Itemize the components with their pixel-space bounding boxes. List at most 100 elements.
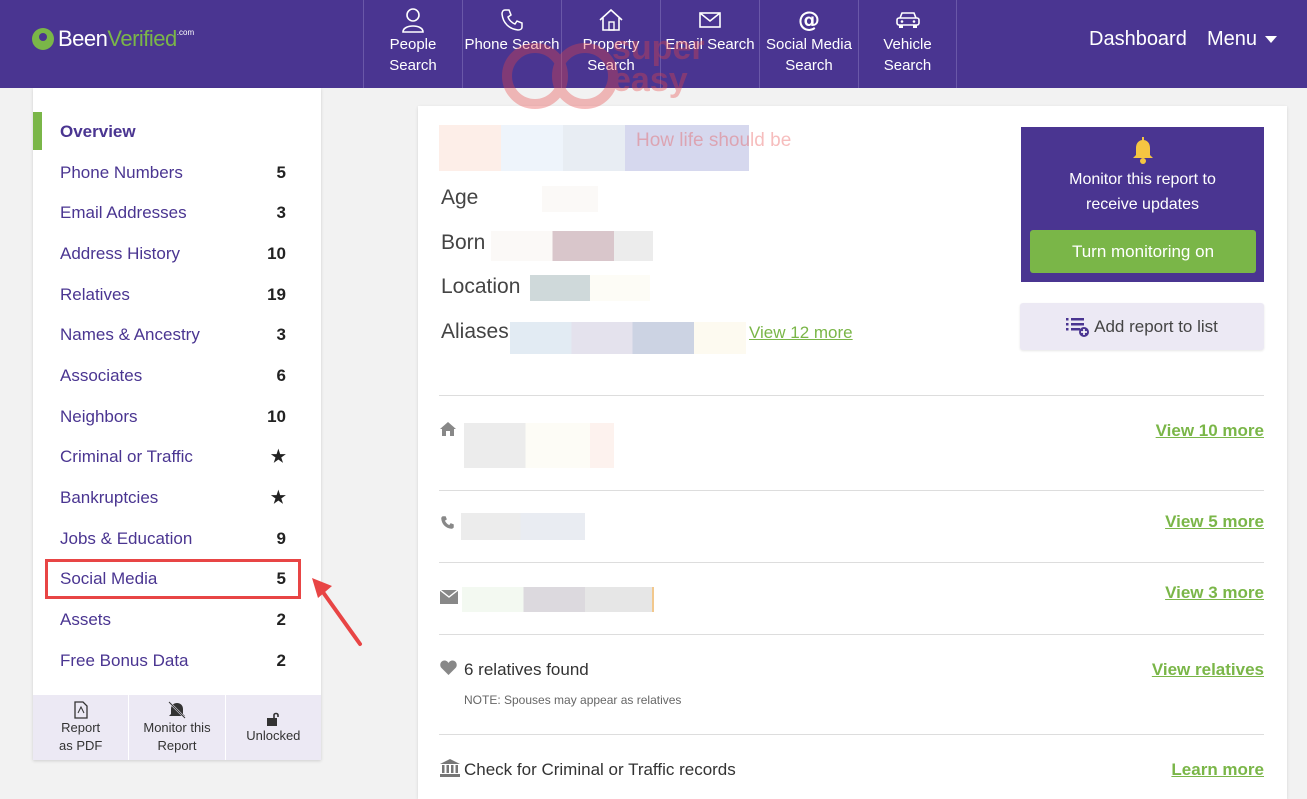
sidebar-item-count: 10	[267, 407, 286, 426]
list-add-icon	[1066, 317, 1090, 337]
add-report-to-list-button[interactable]: Add report to list	[1020, 303, 1264, 350]
envelope-icon	[698, 6, 722, 34]
tab-people-search[interactable]: People Search	[363, 0, 462, 88]
tab-vehicle-search-label: Vehicle Search	[883, 36, 932, 74]
unlocked-label: Unlocked	[246, 727, 301, 743]
sidebar-item-label: Overview	[60, 122, 136, 141]
sidebar-item-count: 6	[276, 366, 286, 385]
sidebar-item-label: Relatives	[60, 285, 130, 304]
redacted-phone	[461, 513, 585, 540]
tab-email-search[interactable]: Email Search	[660, 0, 759, 88]
divider	[439, 395, 1264, 396]
learn-more-link[interactable]: Learn more	[1171, 760, 1264, 780]
sidebar-item-jobs-education[interactable]: Jobs & Education 9	[33, 519, 321, 559]
sidebar-actions: Report as PDF Monitor this Report Unlock…	[33, 695, 321, 760]
sidebar-item-label: Free Bonus Data	[60, 651, 189, 670]
menu-dropdown[interactable]: Menu	[1207, 28, 1278, 51]
view-more-aliases-link[interactable]: View 12 more	[749, 323, 853, 343]
house-icon	[598, 6, 624, 34]
redacted-email	[462, 587, 654, 612]
report-pdf-label: Report as PDF	[58, 719, 103, 753]
sidebar-item-associates[interactable]: Associates 6	[33, 356, 321, 396]
view-more-addresses-link[interactable]: View 10 more	[1156, 421, 1264, 441]
tab-phone-search-label: Phone Search	[464, 36, 560, 53]
sidebar-item-label: Address History	[60, 244, 180, 263]
criminal-check-text: Check for Criminal or Traffic records	[464, 760, 736, 779]
sidebar-item-address-history[interactable]: Address History 10	[33, 234, 321, 274]
divider	[439, 634, 1264, 635]
logo-text-verified: Verified	[107, 26, 177, 51]
turn-monitoring-on-button[interactable]: Turn monitoring on	[1030, 230, 1256, 273]
pdf-file-icon	[74, 700, 88, 719]
report-pdf-button[interactable]: Report as PDF	[33, 695, 130, 760]
star-icon: ★	[270, 447, 286, 466]
tab-phone-search[interactable]: Phone Search	[462, 0, 561, 88]
annotation-arrow-icon	[312, 578, 362, 646]
sidebar-item-count: 19	[267, 285, 286, 304]
sidebar-item-count: 2	[276, 610, 286, 629]
age-label: Age	[441, 186, 479, 209]
sidebar-item-label: Jobs & Education	[60, 529, 193, 548]
sidebar-item-label: Associates	[60, 366, 143, 385]
bell-off-icon	[168, 700, 186, 719]
search-tabs: People Search Phone Search Property Sear…	[363, 0, 957, 88]
born-label: Born	[441, 231, 486, 254]
sidebar-item-assets[interactable]: Assets 2	[33, 600, 321, 640]
tab-vehicle-search[interactable]: Vehicle Search	[858, 0, 957, 88]
monitor-report-button[interactable]: Monitor this Report	[129, 695, 226, 760]
view-relatives-link[interactable]: View relatives	[1152, 660, 1264, 680]
bell-icon	[1021, 135, 1264, 165]
tab-people-search-label: People Search	[389, 36, 437, 74]
car-icon	[895, 6, 921, 34]
tab-social-media-search-label: Social Media Search	[766, 36, 852, 74]
sidebar-item-criminal-traffic[interactable]: Criminal or Traffic ★	[33, 437, 321, 477]
sidebar-item-count: 10	[267, 244, 286, 263]
person-icon	[401, 6, 425, 34]
divider	[439, 490, 1264, 491]
sidebar-item-label: Phone Numbers	[60, 163, 183, 182]
top-navigation-bar: BeenVerified .com People Search Phone Se…	[0, 0, 1307, 88]
tab-social-media-search[interactable]: @ Social Media Search	[759, 0, 858, 88]
unlocked-status: Unlocked	[226, 695, 321, 760]
star-icon: ★	[270, 488, 286, 507]
sidebar-item-neighbors[interactable]: Neighbors 10	[33, 397, 321, 437]
sidebar-item-count: 3	[276, 325, 286, 344]
envelope-icon	[440, 590, 458, 604]
at-icon: @	[798, 7, 820, 33]
beenverified-logo[interactable]: BeenVerified .com	[32, 26, 194, 52]
aliases-label: Aliases	[441, 320, 509, 343]
view-more-phones-link[interactable]: View 5 more	[1165, 512, 1264, 532]
tab-property-search[interactable]: Property Search	[561, 0, 660, 88]
monitor-report-label: Monitor this Report	[143, 719, 211, 753]
dashboard-link[interactable]: Dashboard	[1089, 28, 1187, 51]
divider	[439, 734, 1264, 735]
sidebar-item-phone-numbers[interactable]: Phone Numbers 5	[33, 153, 321, 193]
logo-suffix: .com	[176, 28, 195, 37]
highlight-box-social-media	[45, 559, 301, 599]
sidebar-item-label: Names & Ancestry	[60, 325, 200, 344]
menu-label: Menu	[1207, 28, 1258, 50]
phone-icon	[441, 516, 454, 529]
location-label: Location	[441, 275, 521, 298]
sidebar-item-email-addresses[interactable]: Email Addresses 3	[33, 193, 321, 233]
sidebar-item-label: Neighbors	[60, 407, 138, 426]
tab-property-search-label: Property Search	[582, 36, 640, 74]
relatives-found-text: 6 relatives found	[464, 660, 589, 679]
sidebar-item-count: 3	[276, 203, 286, 222]
sidebar-item-names-ancestry[interactable]: Names & Ancestry 3	[33, 315, 321, 355]
view-more-emails-link[interactable]: View 3 more	[1165, 583, 1264, 603]
sidebar-item-relatives[interactable]: Relatives 19	[33, 275, 321, 315]
redacted-aliases	[510, 322, 746, 354]
sidebar-item-count: 9	[276, 529, 286, 548]
home-icon	[440, 422, 456, 436]
divider	[439, 562, 1264, 563]
add-report-to-list-label: Add report to list	[1094, 316, 1218, 336]
phone-icon	[500, 6, 524, 34]
sidebar-item-overview[interactable]: Overview	[33, 112, 321, 152]
sidebar-item-bankruptcies[interactable]: Bankruptcies ★	[33, 478, 321, 518]
heart-icon	[440, 660, 457, 675]
logo-text-been: Been	[58, 26, 108, 51]
sidebar-item-label: Email Addresses	[60, 203, 187, 222]
sidebar-item-free-bonus-data[interactable]: Free Bonus Data 2	[33, 641, 321, 681]
report-overview-card: Age Born Location Aliases View 12 more M…	[418, 106, 1287, 799]
